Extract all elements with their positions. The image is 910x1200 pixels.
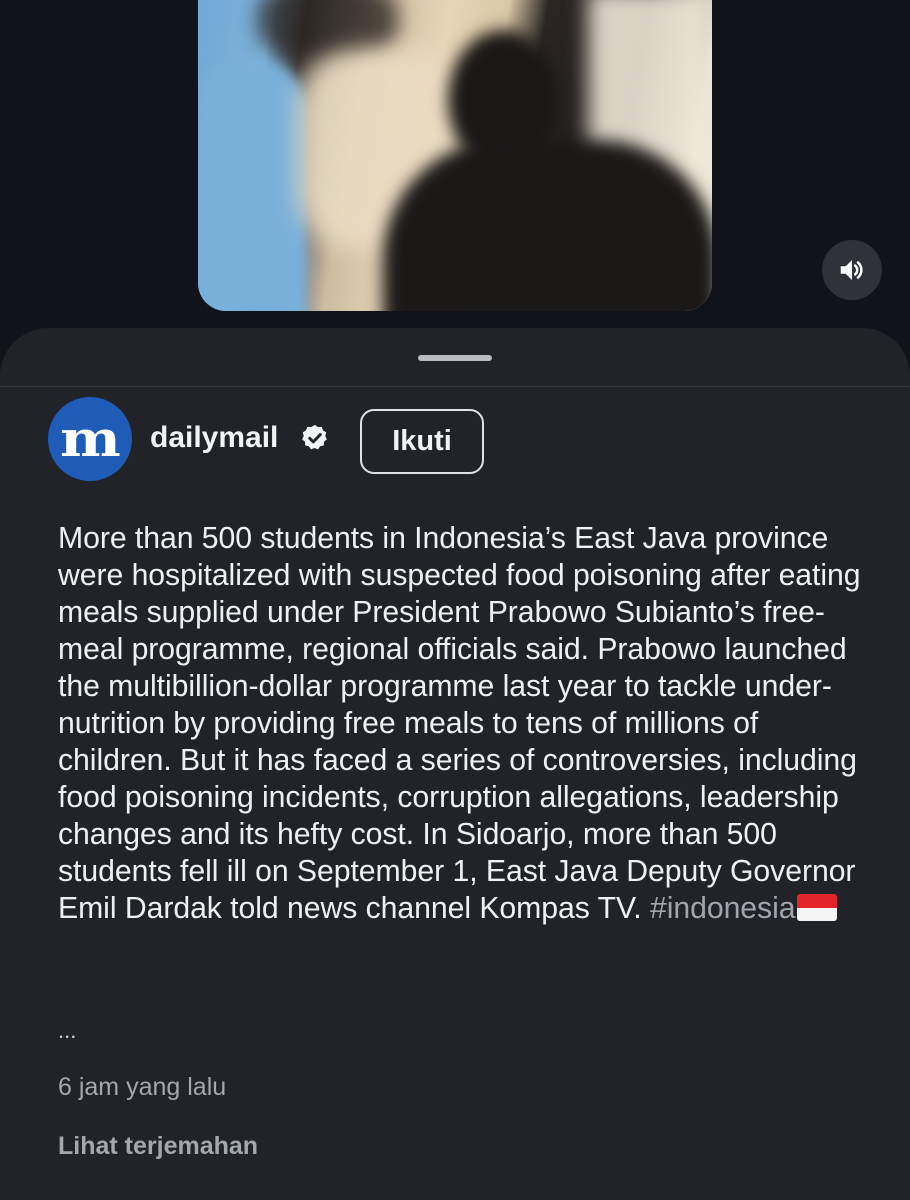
- avatar-logo-letter: m: [59, 409, 121, 468]
- post-timestamp: 6 jam yang lalu: [58, 1073, 227, 1101]
- speaker-volume-icon: [840, 260, 863, 280]
- avatar[interactable]: m: [48, 397, 132, 481]
- more-ellipsis[interactable]: ...: [58, 1018, 76, 1044]
- video-player[interactable]: [0, 0, 910, 340]
- indonesia-flag-icon: [797, 894, 838, 921]
- hashtag-link[interactable]: #indonesia: [650, 892, 796, 925]
- sheet-divider: [0, 386, 910, 387]
- comments-bottom-sheet: m dailymail Ikuti More than 500 students…: [0, 328, 910, 1200]
- verified-badge-icon: [302, 424, 327, 450]
- post-caption: More than 500 students in Indonesia’s Ea…: [58, 520, 878, 927]
- sheet-drag-handle[interactable]: [418, 355, 492, 361]
- follow-button[interactable]: Ikuti: [360, 409, 484, 474]
- video-frame[interactable]: [198, 0, 712, 311]
- see-translation-link[interactable]: Lihat terjemahan: [58, 1132, 258, 1161]
- volume-button[interactable]: [822, 240, 882, 300]
- username[interactable]: dailymail: [150, 423, 278, 453]
- caption-text: More than 500 students in Indonesia’s Ea…: [58, 522, 861, 925]
